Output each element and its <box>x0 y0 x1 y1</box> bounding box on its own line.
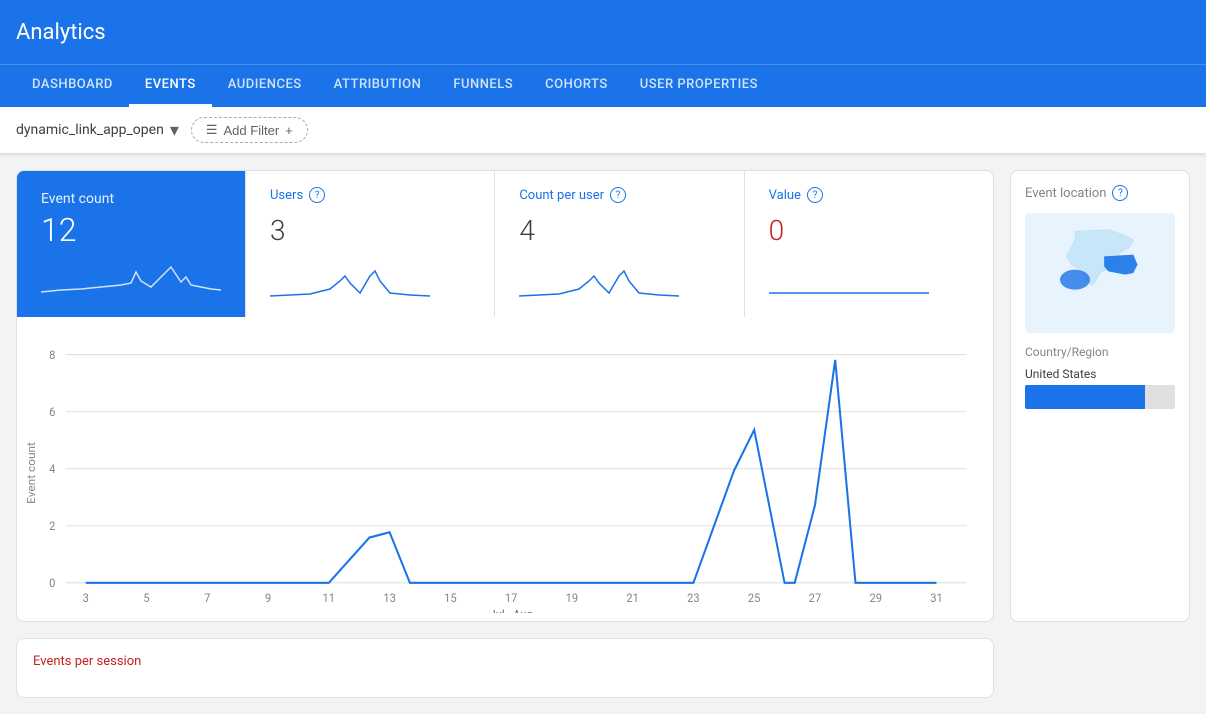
svg-text:8: 8 <box>49 348 55 362</box>
svg-text:19: 19 <box>566 591 579 605</box>
filter-icon: ☰ <box>206 122 218 138</box>
event-count-value: 12 <box>41 211 221 249</box>
count-per-user-label: Count per user <box>519 188 604 203</box>
event-location-info-icon[interactable]: ? <box>1112 185 1128 201</box>
chart-area: 8 6 4 2 0 Event count 3 5 7 9 1 <box>16 317 994 622</box>
svg-text:31: 31 <box>930 591 943 605</box>
value-mini-chart <box>769 261 969 301</box>
nav-user-properties[interactable]: USER PROPERTIES <box>624 65 774 107</box>
event-location-title: Event location ? <box>1025 185 1175 201</box>
bottom-row: Events per session <box>0 638 1206 714</box>
events-per-session-label: Events per session <box>33 654 141 669</box>
value-value: 0 <box>769 214 969 247</box>
nav-events[interactable]: EVENTS <box>129 65 212 107</box>
svg-text:Jul - Aug: Jul - Aug <box>490 607 533 613</box>
add-icon: + <box>285 123 293 138</box>
event-location-card: Event location ? Country/Region Uni <box>1010 170 1190 622</box>
value-label: Value <box>769 188 801 203</box>
filter-bar: dynamic_link_app_open ▾ ☰ Add Filter + <box>0 107 1206 154</box>
event-selector-label: dynamic_link_app_open <box>16 122 164 138</box>
country-bar-container <box>1025 385 1175 409</box>
svg-text:9: 9 <box>265 591 271 605</box>
country-bar <box>1025 385 1145 409</box>
value-header: Value ? <box>769 187 969 203</box>
chart-container: 8 6 4 2 0 Event count 3 5 7 9 1 <box>25 333 977 613</box>
svg-text:13: 13 <box>383 591 396 605</box>
event-location-label: Event location <box>1025 186 1106 201</box>
svg-text:23: 23 <box>687 591 700 605</box>
users-header: Users ? <box>270 187 470 203</box>
event-count-mini-chart <box>41 257 221 297</box>
left-panel: Event count 12 Users ? 3 <box>16 170 994 622</box>
svg-text:Event count: Event count <box>25 442 38 504</box>
svg-text:27: 27 <box>809 591 822 605</box>
svg-text:3: 3 <box>83 591 89 605</box>
svg-text:7: 7 <box>204 591 210 605</box>
nav-funnels[interactable]: FUNNELS <box>437 65 529 107</box>
event-selector[interactable]: dynamic_link_app_open ▾ <box>16 120 179 141</box>
svg-text:6: 6 <box>49 405 55 419</box>
svg-text:29: 29 <box>869 591 882 605</box>
nav-cohorts[interactable]: COHORTS <box>529 65 624 107</box>
app-header: Analytics <box>0 0 1206 64</box>
nav-bar: DASHBOARD EVENTS AUDIENCES ATTRIBUTION F… <box>0 64 1206 107</box>
stats-card: Event count 12 Users ? 3 <box>16 170 994 317</box>
users-label: Users <box>270 188 303 203</box>
country-region-label: Country/Region <box>1025 345 1175 359</box>
event-count-label: Event count <box>41 191 221 207</box>
count-per-user-value: 4 <box>519 214 719 247</box>
map-svg <box>1025 213 1175 333</box>
add-filter-button[interactable]: ☰ Add Filter + <box>191 117 308 143</box>
svg-text:5: 5 <box>143 591 149 605</box>
count-per-user-header: Count per user ? <box>519 187 719 203</box>
svg-text:21: 21 <box>626 591 639 605</box>
svg-text:0: 0 <box>49 576 55 590</box>
bottom-right-spacer <box>1010 638 1190 698</box>
count-per-user-info-icon[interactable]: ? <box>610 187 626 203</box>
dropdown-arrow-icon: ▾ <box>170 120 179 141</box>
users-value: 3 <box>270 214 470 247</box>
country-row: United States <box>1025 367 1175 381</box>
map-area <box>1025 213 1175 333</box>
nav-audiences[interactable]: AUDIENCES <box>212 65 318 107</box>
svg-text:25: 25 <box>748 591 761 605</box>
stats-row: Event count 12 Users ? 3 <box>17 171 993 317</box>
us-label: United States <box>1025 367 1096 381</box>
main-chart-svg: 8 6 4 2 0 Event count 3 5 7 9 1 <box>25 333 977 613</box>
count-per-user-box: Count per user ? 4 <box>494 171 743 317</box>
value-box: Value ? 0 <box>744 171 993 317</box>
svg-text:15: 15 <box>444 591 457 605</box>
right-panel: Event location ? Country/Region Uni <box>1010 170 1190 622</box>
events-per-session-card: Events per session <box>16 638 994 698</box>
nav-dashboard[interactable]: DASHBOARD <box>16 65 129 107</box>
users-box: Users ? 3 <box>245 171 494 317</box>
main-content: Event count 12 Users ? 3 <box>0 154 1206 638</box>
add-filter-label: Add Filter <box>224 123 280 138</box>
svg-text:2: 2 <box>49 519 56 533</box>
users-info-icon[interactable]: ? <box>309 187 325 203</box>
svg-text:11: 11 <box>323 591 336 605</box>
count-per-user-mini-chart <box>519 261 719 301</box>
svg-text:4: 4 <box>49 462 56 476</box>
users-mini-chart <box>270 261 470 301</box>
event-count-box: Event count 12 <box>17 171 245 317</box>
value-info-icon[interactable]: ? <box>807 187 823 203</box>
nav-attribution[interactable]: ATTRIBUTION <box>318 65 438 107</box>
app-title: Analytics <box>16 20 106 45</box>
svg-text:17: 17 <box>505 591 518 605</box>
